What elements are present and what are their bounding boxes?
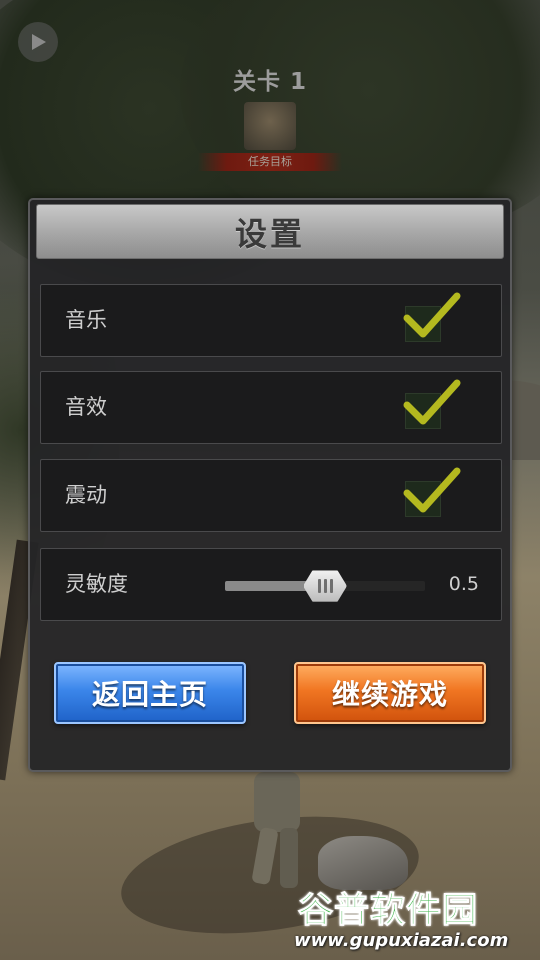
checkmark-icon: [403, 467, 461, 513]
vibration-setting-row: 震动: [40, 459, 502, 532]
slider-thumb[interactable]: [303, 570, 347, 602]
mission-target-portrait: [244, 102, 296, 150]
settings-dialog: 设置 音乐 音效 震动 灵敏度 0.5 返回主页 继续游戏: [28, 198, 512, 772]
checkmark-icon: [403, 292, 461, 338]
sensitivity-setting-row: 灵敏度 0.5: [40, 548, 502, 621]
sound-effects-setting-row: 音效: [40, 371, 502, 444]
watermark-url: www.gupuxiazai.com: [294, 930, 509, 951]
settings-title: 设置: [234, 214, 305, 253]
grip-icon: [317, 579, 333, 593]
soldier-character: [246, 772, 310, 892]
sensitivity-label: 灵敏度: [65, 572, 128, 596]
play-button[interactable]: [18, 22, 58, 62]
continue-game-button[interactable]: 继续游戏: [294, 662, 486, 724]
level-title: 关卡 1: [232, 69, 307, 95]
return-home-button[interactable]: 返回主页: [54, 662, 246, 724]
sensitivity-value: 0.5: [448, 573, 479, 595]
mission-target-label: 任务目标: [198, 153, 342, 171]
sound-effects-label: 音效: [65, 395, 107, 419]
checkmark-icon: [403, 379, 461, 425]
watermark-title: 谷普软件园: [297, 891, 479, 932]
soldier-torso: [254, 772, 300, 832]
play-icon: [32, 34, 46, 50]
sensitivity-slider[interactable]: [225, 570, 425, 602]
soldier-leg: [251, 826, 279, 886]
settings-header: 设置: [36, 204, 504, 259]
music-setting-row: 音乐: [40, 284, 502, 357]
site-watermark: 谷普软件园 www.gupuxiazai.com: [292, 878, 540, 960]
vibration-label: 震动: [65, 483, 107, 507]
music-label: 音乐: [65, 308, 107, 332]
